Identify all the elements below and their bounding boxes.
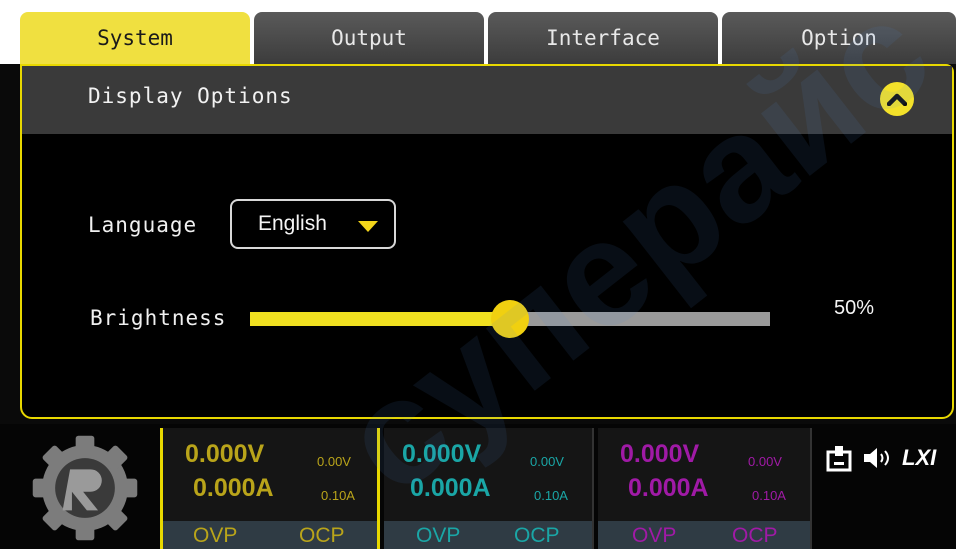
ch3-ocp: OCP: [732, 524, 778, 547]
tab-output[interactable]: Output: [254, 12, 484, 64]
caret-down-icon: [358, 221, 378, 232]
language-label: Language: [88, 213, 198, 237]
brightness-value: 50%: [834, 297, 875, 319]
ch2-ovp: OVP: [416, 524, 461, 547]
panel-header[interactable]: Display Options: [22, 66, 952, 134]
brightness-label: Brightness: [90, 306, 227, 330]
usb-icon: [826, 446, 852, 472]
channel-1-panel[interactable]: 0.000V 0.00V 0.000A 0.10A OVP OCP: [160, 428, 380, 549]
tab-interface[interactable]: Interface: [488, 12, 718, 64]
panel-title: Display Options: [88, 84, 293, 108]
ch1-set-current: 0.10A: [321, 488, 355, 503]
language-select[interactable]: English: [230, 199, 396, 249]
language-value: English: [258, 212, 327, 235]
tab-system[interactable]: System: [20, 12, 250, 64]
brightness-slider[interactable]: [250, 300, 770, 338]
ch1-voltage: 0.000V: [185, 440, 265, 468]
ch3-voltage: 0.000V: [620, 440, 700, 468]
ch1-ovp: OVP: [193, 524, 238, 547]
ch2-ocp: OCP: [514, 524, 560, 547]
ch1-set-voltage: 0.00V: [317, 454, 351, 469]
status-bar: 0.000V 0.00V 0.000A 0.10A OVP OCP 0.000V…: [0, 424, 956, 549]
channel-3-panel[interactable]: 0.000V 0.00V 0.000A 0.10A OVP OCP: [598, 428, 812, 549]
chevron-up-circle-icon[interactable]: [880, 82, 914, 116]
ch3-set-current: 0.10A: [752, 488, 786, 503]
brand-gear-logo-icon: [32, 435, 138, 541]
system-status-icons: LXI: [826, 440, 936, 476]
ch2-set-voltage: 0.00V: [530, 454, 564, 469]
channel-2-panel[interactable]: 0.000V 0.00V 0.000A 0.10A OVP OCP: [384, 428, 594, 549]
slider-thumb[interactable]: [491, 300, 529, 338]
speaker-icon: [864, 448, 889, 468]
tab-bar: System Output Interface Option: [0, 0, 956, 64]
instrument-screen: System Output Interface Option Display O…: [0, 0, 956, 549]
ch2-voltage: 0.000V: [402, 440, 482, 468]
ch3-ovp: OVP: [632, 524, 677, 547]
ch3-current: 0.000A: [628, 474, 709, 502]
display-options-panel: Display Options Language English Brightn…: [20, 64, 954, 419]
tab-option[interactable]: Option: [722, 12, 956, 64]
ch2-current: 0.000A: [410, 474, 491, 502]
ch1-current: 0.000A: [193, 474, 274, 502]
lxi-label: LXI: [902, 445, 937, 470]
ch1-ocp: OCP: [299, 524, 345, 547]
ch3-set-voltage: 0.00V: [748, 454, 782, 469]
ch2-set-current: 0.10A: [534, 488, 568, 503]
slider-fill: [250, 312, 510, 326]
